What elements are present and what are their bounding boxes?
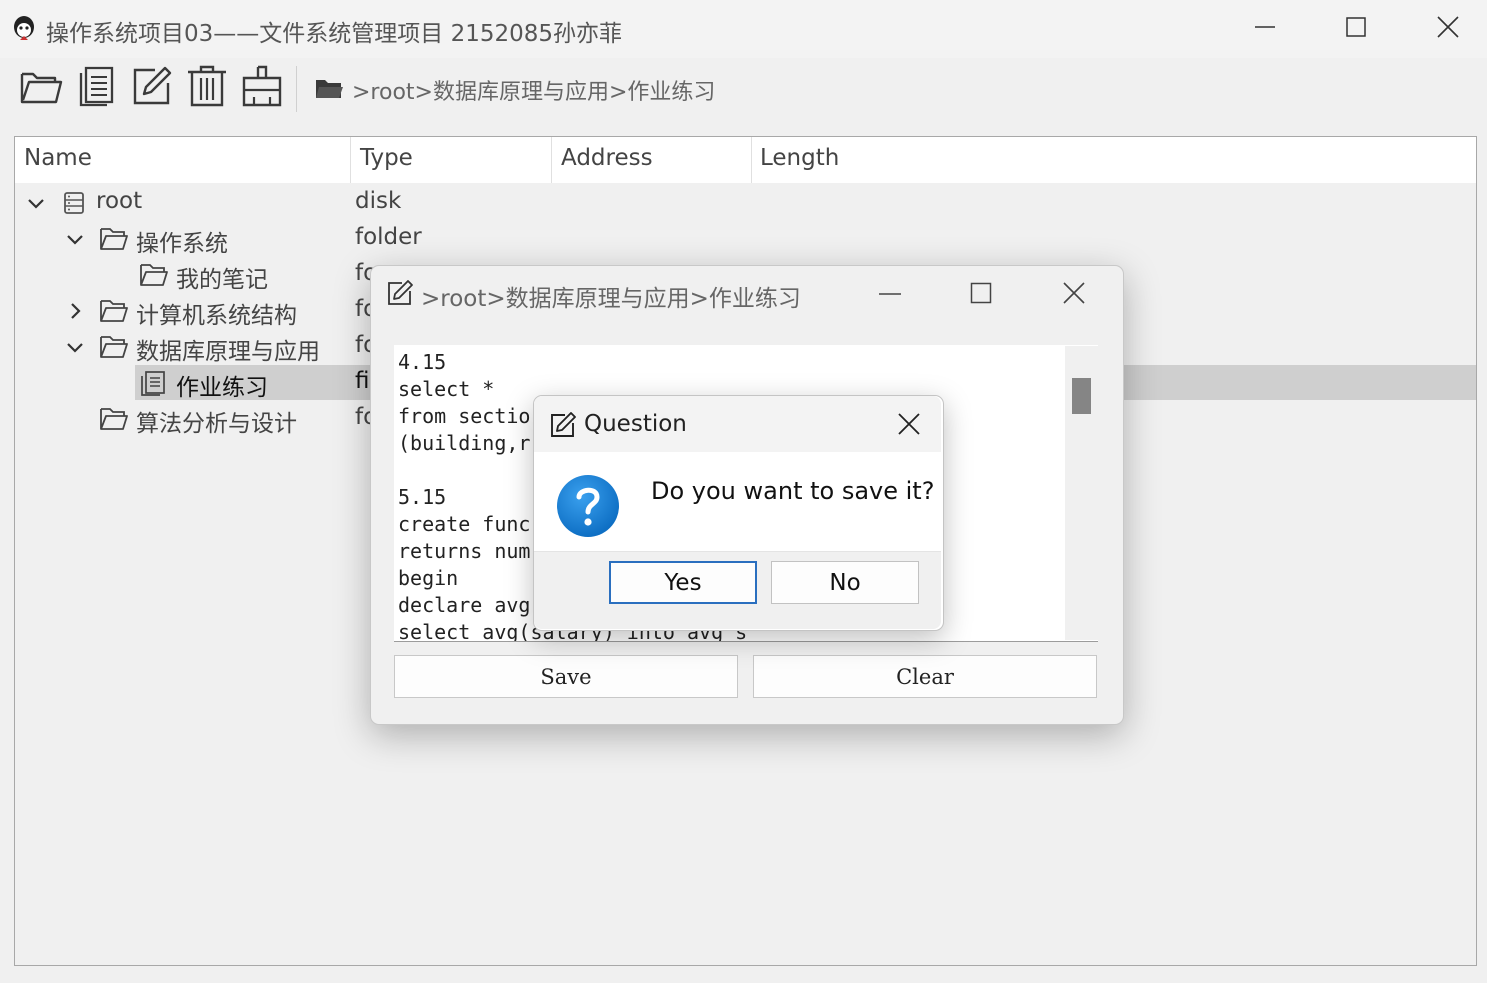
current-path: >root>数据库原理与应用>作业练习	[352, 80, 716, 105]
close-icon	[1062, 282, 1086, 309]
minimize-button[interactable]	[1235, 8, 1295, 50]
column-divider	[350, 137, 351, 183]
folder-icon	[314, 76, 344, 106]
tree-header	[15, 137, 1476, 183]
clear-button[interactable]: Clear	[753, 655, 1097, 698]
tree-row-type: fi	[355, 368, 370, 394]
disk-icon	[60, 189, 90, 217]
edit-icon	[131, 65, 173, 111]
document-icon	[139, 369, 169, 397]
format-button[interactable]	[238, 64, 286, 112]
close-icon	[897, 413, 921, 440]
editor-minimize-button[interactable]	[878, 282, 902, 310]
new-file-button[interactable]	[72, 64, 120, 112]
close-icon	[1436, 15, 1460, 43]
folder-icon	[99, 297, 129, 325]
editor-title: >root>数据库原理与应用>作业练习	[421, 286, 801, 312]
tree-row-name[interactable]: 算法分析与设计	[136, 404, 297, 438]
tree-row-type: disk	[355, 188, 402, 214]
tree-row-name[interactable]: 我的笔记	[176, 260, 268, 294]
column-divider	[551, 137, 552, 183]
app-logo-icon	[10, 14, 38, 44]
maximize-icon	[970, 282, 992, 308]
scrollbar-thumb[interactable]	[1072, 378, 1091, 414]
question-message: Do you want to save it?	[651, 477, 935, 505]
no-button[interactable]: No	[771, 561, 919, 604]
chevron-down-icon[interactable]	[65, 337, 85, 357]
column-header-address[interactable]: Address	[561, 145, 653, 171]
folder-icon	[99, 225, 129, 253]
tree-row-name[interactable]: root	[96, 188, 142, 214]
folder-icon	[99, 405, 129, 433]
document-icon	[76, 65, 116, 111]
edit-button[interactable]	[128, 64, 176, 112]
tree-row-name[interactable]: 作业练习	[176, 368, 268, 402]
question-close-button[interactable]	[897, 412, 921, 440]
open-folder-button[interactable]	[17, 64, 65, 112]
maximize-icon	[1345, 16, 1367, 42]
chevron-right-icon[interactable]	[65, 301, 85, 321]
trash-icon	[185, 64, 229, 112]
tree-row-type: folder	[355, 224, 422, 250]
save-button[interactable]: Save	[394, 655, 738, 698]
minimize-icon	[878, 291, 902, 310]
edit-icon	[386, 279, 414, 311]
tree-row-name[interactable]: 操作系统	[136, 224, 228, 258]
maximize-button[interactable]	[1326, 8, 1386, 50]
editor-close-button[interactable]	[1062, 281, 1086, 309]
column-header-name[interactable]: Name	[24, 145, 92, 171]
chevron-down-icon[interactable]	[26, 193, 46, 213]
edit-icon	[549, 411, 577, 443]
tree-row-name[interactable]: 数据库原理与应用	[136, 332, 320, 366]
folder-icon	[99, 333, 129, 361]
column-header-length[interactable]: Length	[760, 145, 839, 171]
folder-open-icon	[19, 66, 63, 110]
minimize-icon	[1254, 16, 1276, 42]
editor-maximize-button[interactable]	[970, 282, 992, 308]
tree-row-name[interactable]: 计算机系统结构	[136, 296, 297, 330]
delete-button[interactable]	[183, 64, 231, 112]
format-disk-icon	[240, 64, 284, 112]
column-divider	[751, 137, 752, 183]
question-mark-icon	[556, 474, 620, 538]
folder-icon	[139, 261, 169, 289]
column-header-type[interactable]: Type	[360, 145, 413, 171]
yes-button[interactable]: Yes	[609, 561, 757, 604]
close-button[interactable]	[1418, 8, 1478, 50]
chevron-down-icon[interactable]	[65, 229, 85, 249]
window-title: 操作系统项目03——文件系统管理项目 2152085孙亦菲	[46, 21, 623, 47]
question-title: Question	[584, 411, 687, 437]
toolbar-separator	[296, 66, 297, 112]
